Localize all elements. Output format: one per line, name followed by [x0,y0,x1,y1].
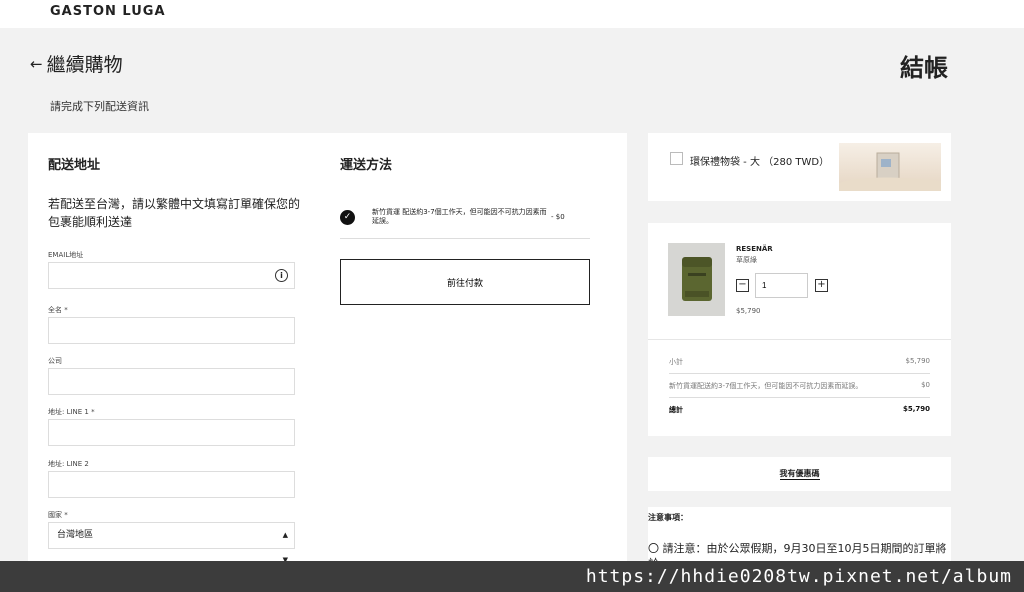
country-label: 國家 * [48,511,68,519]
coupon-box: 我有優惠碼 [648,457,951,491]
total-row: 總計 $5,790 [669,405,930,415]
shipping-form-panel: 配送地址 若配送至台灣，請以繁體中文填寫訂單確保您的包裹能順利送達 EMAIL地… [28,133,627,571]
product-image [668,243,725,316]
full-name-label: 全名 * [48,306,68,314]
subtotal-value: $5,790 [905,357,931,365]
notice-box: 注意事項： 〇 請注意：由於公眾假期，9月30日至10月5日期間的訂單將於... [648,507,951,570]
company-input[interactable] [49,369,294,394]
company-label: 公司 [48,357,62,365]
total-label: 總計 [669,406,683,414]
page-subtitle: 請完成下列配送資訊 [50,100,149,113]
shipping-address-heading: 配送地址 [48,158,101,173]
gift-bag-box: 環保禮物袋 - 大 （280 TWD） [648,133,951,201]
address-line2-label: 地址: LINE 2 [48,460,89,468]
shipping-label: 新竹貨運配送約3-7個工作天，但可能因不可抗力因素而延誤。 [669,382,863,390]
coupon-link[interactable]: 我有優惠碼 [779,469,820,480]
shipping-option[interactable]: ✓ 新竹貨運 配送約3-7個工作天，但可能因不可抗力因素而延誤。 - $0 [340,208,590,226]
top-bar: GASTON LUGA [0,0,1024,28]
decrease-quantity-button[interactable]: − [736,279,749,292]
subtotal-label: 小計 [669,358,683,366]
country-value: 台灣地區 [57,530,94,540]
shipping-divider [340,238,590,239]
product-name: RESENÄR [736,245,773,253]
gift-bag-checkbox[interactable] [670,152,683,165]
continue-shopping-link[interactable]: ← 繼續購物 [30,50,123,77]
email-label: EMAIL地址 [48,251,84,259]
proceed-to-payment-button[interactable]: 前往付款 [340,259,590,305]
info-icon[interactable]: i [275,269,288,282]
shipping-row: 新竹貨運配送約3-7個工作天，但可能因不可抗力因素而延誤。 $0 [669,381,930,391]
back-arrow-icon: ← [30,54,43,73]
shipping-value: $0 [921,381,930,389]
address-line1-label: 地址: LINE 1 * [48,408,95,416]
notice-title: 注意事項： [648,513,688,522]
continue-shopping-label: 繼續購物 [46,54,123,76]
summary-line [669,397,930,398]
subtotal-row: 小計 $5,790 [669,357,930,367]
increase-quantity-button[interactable]: + [815,279,828,292]
product-variant: 草原綠 [736,256,757,264]
gift-bag-image [839,143,941,191]
shipping-option-price: - $0 [551,213,565,221]
address-line1-input[interactable] [49,420,294,445]
address-line2-input[interactable] [49,472,294,497]
taiwan-note: 若配送至台灣，請以繁體中文填寫訂單確保您的包裹能順利送達 [48,197,301,229]
gift-bag-label: 環保禮物袋 - 大 （280 TWD） [690,157,830,168]
email-field[interactable]: i [48,262,295,289]
page-title: 結帳 [900,54,948,82]
summary-line [669,373,930,374]
address-line2-field[interactable] [48,471,295,498]
watermark-bar: https://hhdie0208tw.pixnet.net/album [0,561,1024,592]
summary-divider [648,339,951,340]
coupon-link-wrapper: 我有優惠碼 [648,468,951,480]
cart-summary-box: RESENÄR 草原綠 − + $5,790 小計 $5,790 新竹貨運配送約… [648,223,951,436]
check-icon: ✓ [340,209,355,225]
address-line1-field[interactable] [48,419,295,446]
brand-logo[interactable]: GASTON LUGA [50,4,166,19]
company-field[interactable] [48,368,295,395]
full-name-field[interactable] [48,317,295,344]
full-name-input[interactable] [49,318,294,343]
country-select[interactable]: 台灣地區 ▲ ▼ [48,522,295,564]
quantity-input[interactable] [755,273,808,298]
total-value: $5,790 [902,405,930,413]
shipping-method-heading: 運送方法 [340,158,393,173]
product-price: $5,790 [736,307,761,315]
email-input[interactable] [49,263,294,288]
shipping-option-text: 新竹貨運 配送約3-7個工作天，但可能因不可抗力因素而延誤。 [372,208,547,225]
